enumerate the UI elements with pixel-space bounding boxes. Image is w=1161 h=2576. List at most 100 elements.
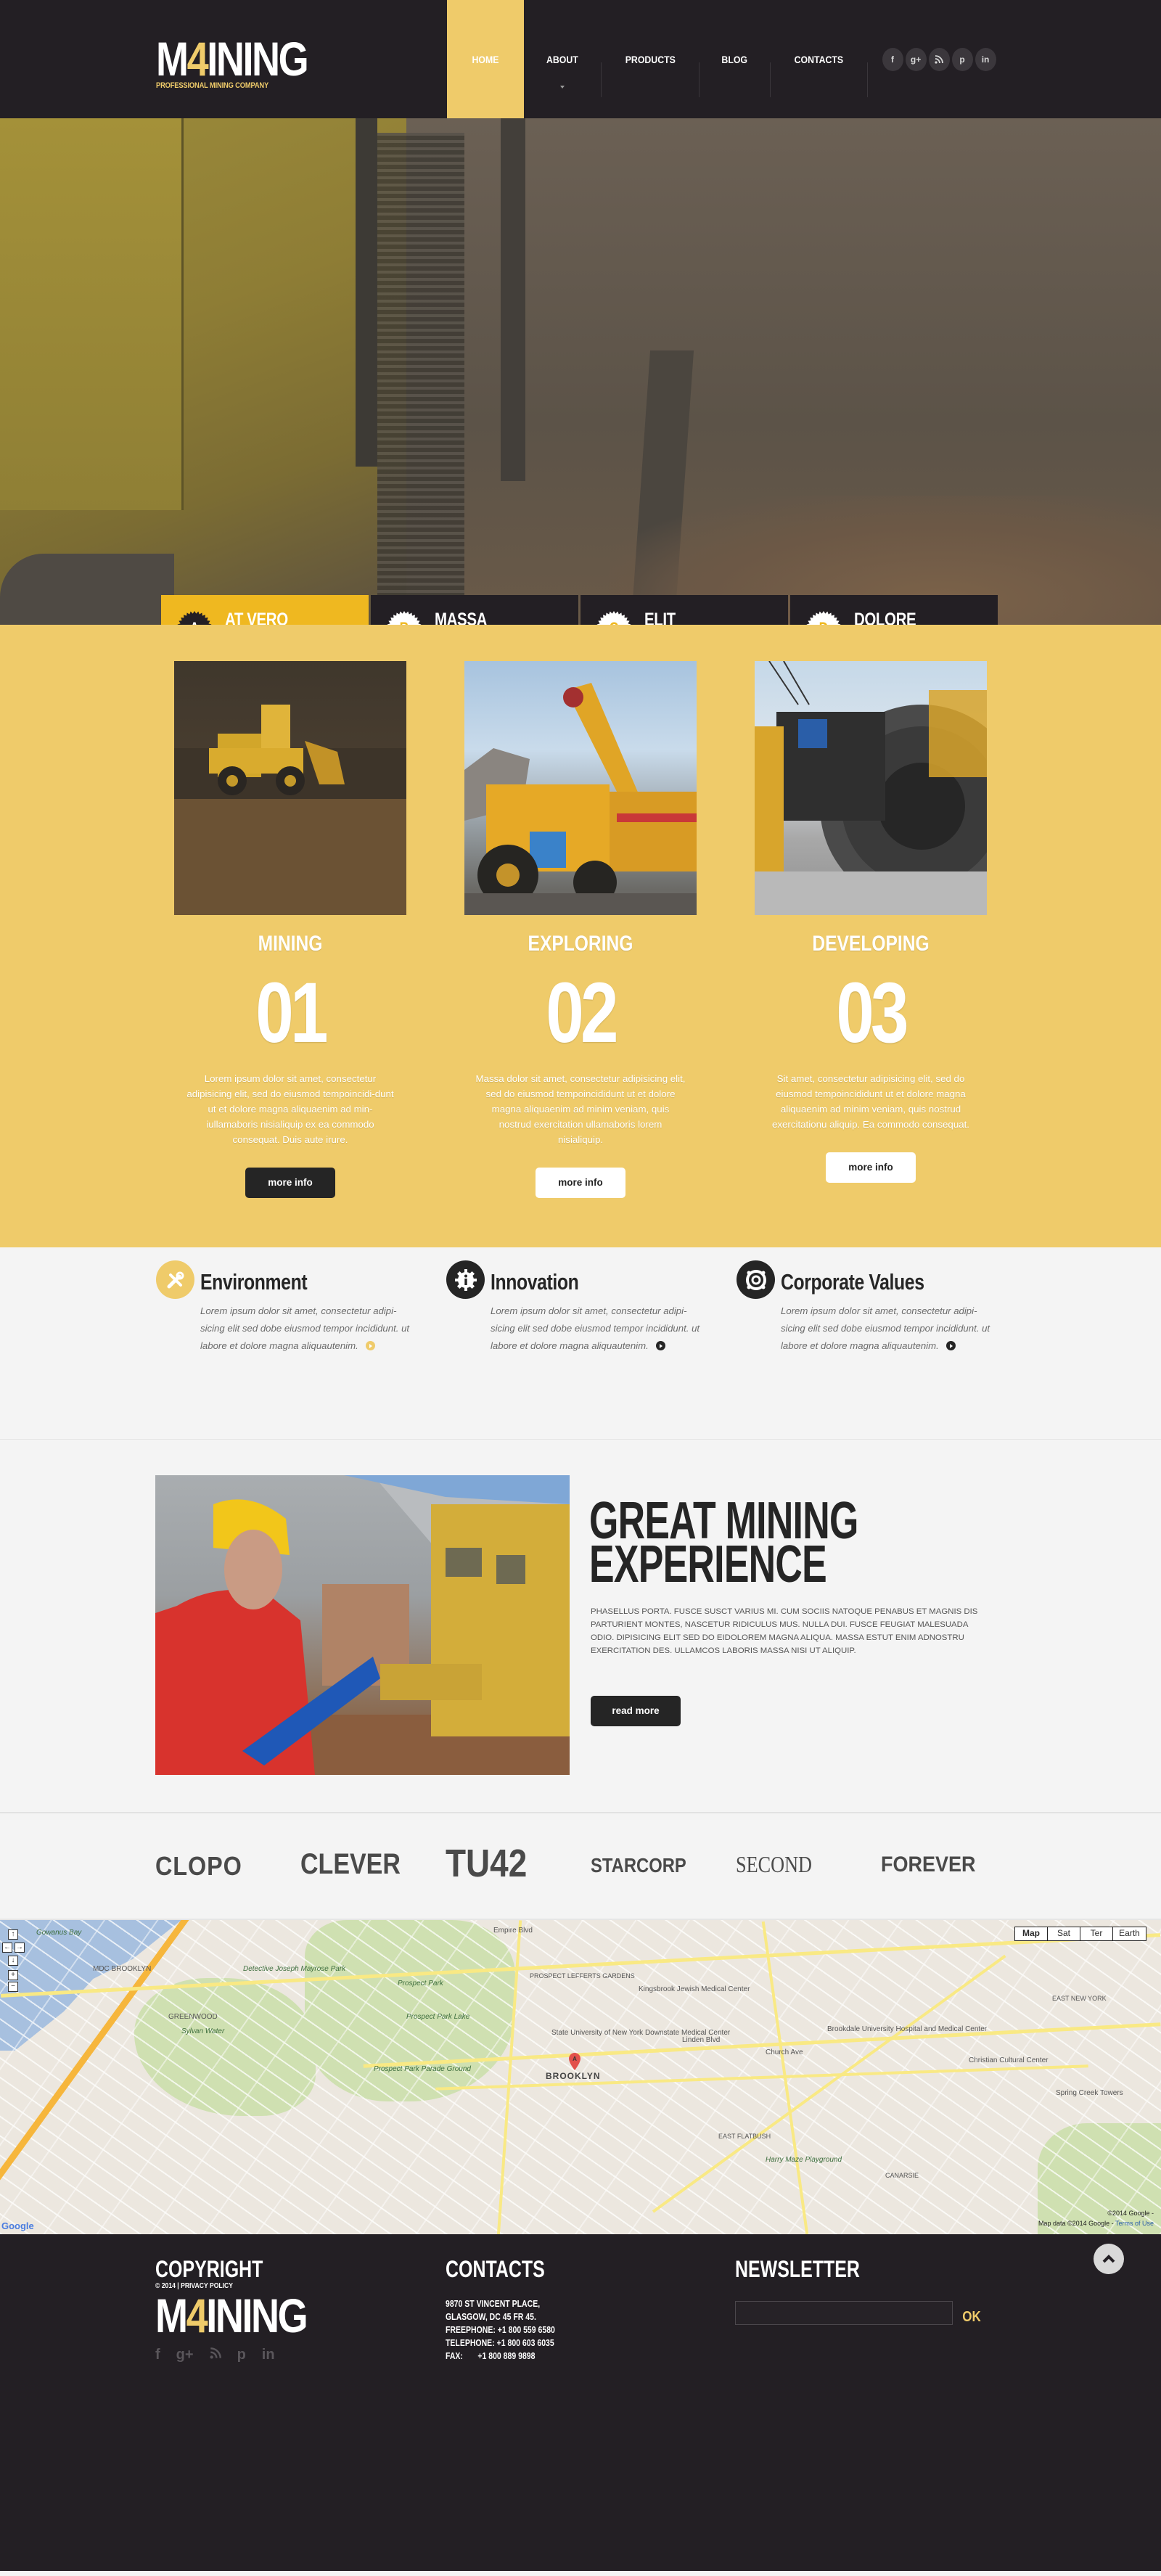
hero-feature-boxes: A AT VEROET ACCUSAMUS Lorem ipsum dolor … bbox=[161, 595, 998, 625]
rss-icon[interactable] bbox=[210, 2347, 221, 2363]
bucket-wheel-excavator-photo bbox=[755, 661, 987, 915]
gear-info-icon bbox=[446, 1260, 485, 1299]
header-social-links: f g+ p in bbox=[882, 0, 996, 118]
pinterest-icon[interactable]: p bbox=[951, 47, 973, 71]
scroll-to-top-button[interactable] bbox=[1094, 2244, 1124, 2274]
arrow-right-icon[interactable] bbox=[655, 1341, 665, 1350]
arrow-right-icon[interactable] bbox=[945, 1341, 956, 1350]
arrow-right-icon[interactable] bbox=[365, 1341, 375, 1350]
pan-left-button[interactable]: ← bbox=[2, 1943, 12, 1953]
haul-truck-photo bbox=[464, 661, 697, 915]
bulldozer-photo bbox=[0, 118, 406, 625]
linkedin-icon[interactable]: in bbox=[262, 2347, 275, 2363]
newsletter-submit-button[interactable]: OK bbox=[962, 2309, 981, 2326]
brand-logo[interactable]: CLOPO bbox=[155, 1851, 242, 1882]
google-logo: Google bbox=[1, 2220, 34, 2231]
starburst-badge-icon: D bbox=[806, 611, 841, 625]
svg-text:A: A bbox=[573, 2056, 577, 2062]
facebook-icon[interactable]: f bbox=[155, 2347, 160, 2363]
feature-box-d[interactable]: D DOLORESITUMESTE Lorem ipsum dolor sit … bbox=[790, 595, 998, 625]
value-text: Lorem ipsum dolor sit amet, consectetur … bbox=[491, 1305, 700, 1351]
value-title: Innovation bbox=[491, 1269, 579, 1295]
footer-contacts: CONTACTS 9870 ST VINCENT PLACE, GLASGOW,… bbox=[446, 2256, 555, 2361]
main-nav: HOME ABOUT PRODUCTS BLOG CONTACTS f g+ p… bbox=[447, 0, 996, 118]
facebook-icon[interactable]: f bbox=[882, 47, 903, 71]
nav-blog[interactable]: BLOG bbox=[700, 0, 769, 118]
map-type-earth[interactable]: Earth bbox=[1113, 1927, 1146, 1940]
nav-about[interactable]: ABOUT bbox=[524, 0, 601, 118]
footer-copyright: COPYRIGHT © 2014 | PRIVACY POLICY M4ININ… bbox=[155, 2256, 340, 2363]
service-title: EXPLORING bbox=[528, 932, 633, 956]
feature-box-b[interactable]: B MASSALAOREETUM Lorem ipsum dolor sit a… bbox=[371, 595, 578, 625]
nav-contacts[interactable]: CONTACTS bbox=[771, 0, 867, 118]
map-type-map[interactable]: Map bbox=[1015, 1927, 1048, 1940]
value-title: Corporate Values bbox=[781, 1269, 924, 1295]
brand-logo[interactable]: FOREVER bbox=[881, 1853, 976, 1877]
telephone: TELEPHONE: +1 800 603 6035 bbox=[446, 2338, 554, 2348]
wheel-loader-photo bbox=[174, 661, 406, 915]
service-number: 01 bbox=[255, 965, 328, 1061]
footer-newsletter: NEWSLETTER OK bbox=[735, 2256, 981, 2325]
map-marker-icon[interactable]: A bbox=[568, 2053, 581, 2070]
footer-logo[interactable]: M4INING bbox=[155, 2292, 308, 2339]
service-text: Lorem ipsum dolor sit amet, consectetur … bbox=[186, 1073, 394, 1145]
experience-section: GREAT MINING EXPERIENCE PHASELLUS PORTA. … bbox=[0, 1440, 1161, 1813]
dropdown-caret-icon bbox=[559, 86, 565, 89]
tools-icon bbox=[156, 1260, 194, 1299]
zoom-in-button[interactable]: + bbox=[8, 1970, 18, 1980]
brand-logo[interactable]: CLEVER bbox=[300, 1848, 401, 1881]
linkedin-icon[interactable]: in bbox=[975, 47, 996, 71]
footer-social-links: f g+ p in bbox=[155, 2347, 340, 2363]
logo-tagline: PROFESSIONAL MINING COMPANY bbox=[156, 81, 269, 90]
more-info-button[interactable]: more info bbox=[245, 1168, 335, 1198]
newsletter-email-input[interactable] bbox=[735, 2301, 953, 2325]
engineer-with-clipboard-photo bbox=[155, 1475, 570, 1775]
logo[interactable]: M4INING PROFESSIONAL MINING COMPANY bbox=[156, 35, 340, 90]
read-more-button[interactable]: read more bbox=[591, 1696, 681, 1726]
pinterest-icon[interactable]: p bbox=[237, 2347, 246, 2363]
service-number: 03 bbox=[836, 965, 908, 1061]
experience-title: GREAT MINING EXPERIENCE bbox=[589, 1492, 858, 1593]
google-plus-icon[interactable]: g+ bbox=[905, 47, 927, 71]
hero-banner: A AT VEROET ACCUSAMUS Lorem ipsum dolor … bbox=[0, 118, 1161, 625]
location-map[interactable]: Gowanus Bay MDC BROOKLYN Detective Josep… bbox=[0, 1919, 1161, 2234]
feature-box-c[interactable]: C ELITREPRENDERIT Lorem ipsum dolor sit … bbox=[580, 595, 788, 625]
value-title: Environment bbox=[200, 1269, 308, 1295]
pan-up-button[interactable]: ↑ bbox=[8, 1929, 18, 1940]
service-number: 02 bbox=[546, 965, 618, 1061]
site-header: M4INING PROFESSIONAL MINING COMPANY HOME… bbox=[0, 0, 1161, 118]
more-info-button[interactable]: more info bbox=[536, 1168, 625, 1198]
map-type-sat[interactable]: Sat bbox=[1048, 1927, 1080, 1940]
terms-of-use-link[interactable]: Terms of Use bbox=[1115, 2220, 1154, 2227]
target-icon bbox=[737, 1260, 775, 1299]
nav-products[interactable]: PRODUCTS bbox=[602, 0, 700, 118]
service-title: MINING bbox=[258, 932, 323, 956]
starburst-badge-icon: B bbox=[387, 611, 422, 625]
value-text: Lorem ipsum dolor sit amet, consectetur … bbox=[781, 1305, 990, 1351]
service-title: DEVELOPING bbox=[812, 932, 930, 956]
service-text: Sit amet, consectetur adipisicing elit, … bbox=[771, 1073, 969, 1130]
google-plus-icon[interactable]: g+ bbox=[176, 2347, 194, 2363]
partner-brands: CLOPO CLEVER TU42 STARCORP SECOND FOREVE… bbox=[0, 1813, 1161, 1919]
pan-right-button[interactable]: → bbox=[15, 1943, 25, 1953]
map-type-ter[interactable]: Ter bbox=[1080, 1927, 1113, 1940]
starburst-badge-icon: C bbox=[596, 611, 631, 625]
experience-text: PHASELLUS PORTA. FUSCE SUSCT VARIUS MI. … bbox=[591, 1607, 978, 1655]
brand-logo[interactable]: TU42 bbox=[446, 1841, 527, 1886]
brand-logo[interactable]: STARCORP bbox=[591, 1854, 686, 1877]
map-type-switcher: Map Sat Ter Earth bbox=[1014, 1927, 1146, 1941]
site-footer: COPYRIGHT © 2014 | PRIVACY POLICY M4ININ… bbox=[0, 2234, 1161, 2571]
pan-down-button[interactable]: ↓ bbox=[8, 1956, 18, 1966]
service-developing: DEVELOPING 03 Sit amet, consectetur adip… bbox=[726, 661, 1016, 1183]
zoom-out-button[interactable]: − bbox=[8, 1982, 18, 1992]
service-exploring: EXPLORING 02 Massa dolor sit amet, conse… bbox=[435, 661, 726, 1198]
more-info-button[interactable]: more info bbox=[826, 1152, 916, 1183]
service-mining: MINING 01 Lorem ipsum dolor sit amet, co… bbox=[145, 661, 435, 1198]
nav-home[interactable]: HOME bbox=[447, 0, 524, 118]
service-text: Massa dolor sit amet, consectetur adipis… bbox=[475, 1073, 686, 1145]
brand-logo[interactable]: SECOND bbox=[736, 1851, 812, 1878]
value-text: Lorem ipsum dolor sit amet, consectetur … bbox=[200, 1305, 410, 1351]
rss-icon[interactable] bbox=[928, 47, 950, 71]
values-section: Environment Lorem ipsum dolor sit amet, … bbox=[0, 1247, 1161, 1440]
feature-box-a[interactable]: A AT VEROET ACCUSAMUS Lorem ipsum dolor … bbox=[161, 595, 369, 625]
